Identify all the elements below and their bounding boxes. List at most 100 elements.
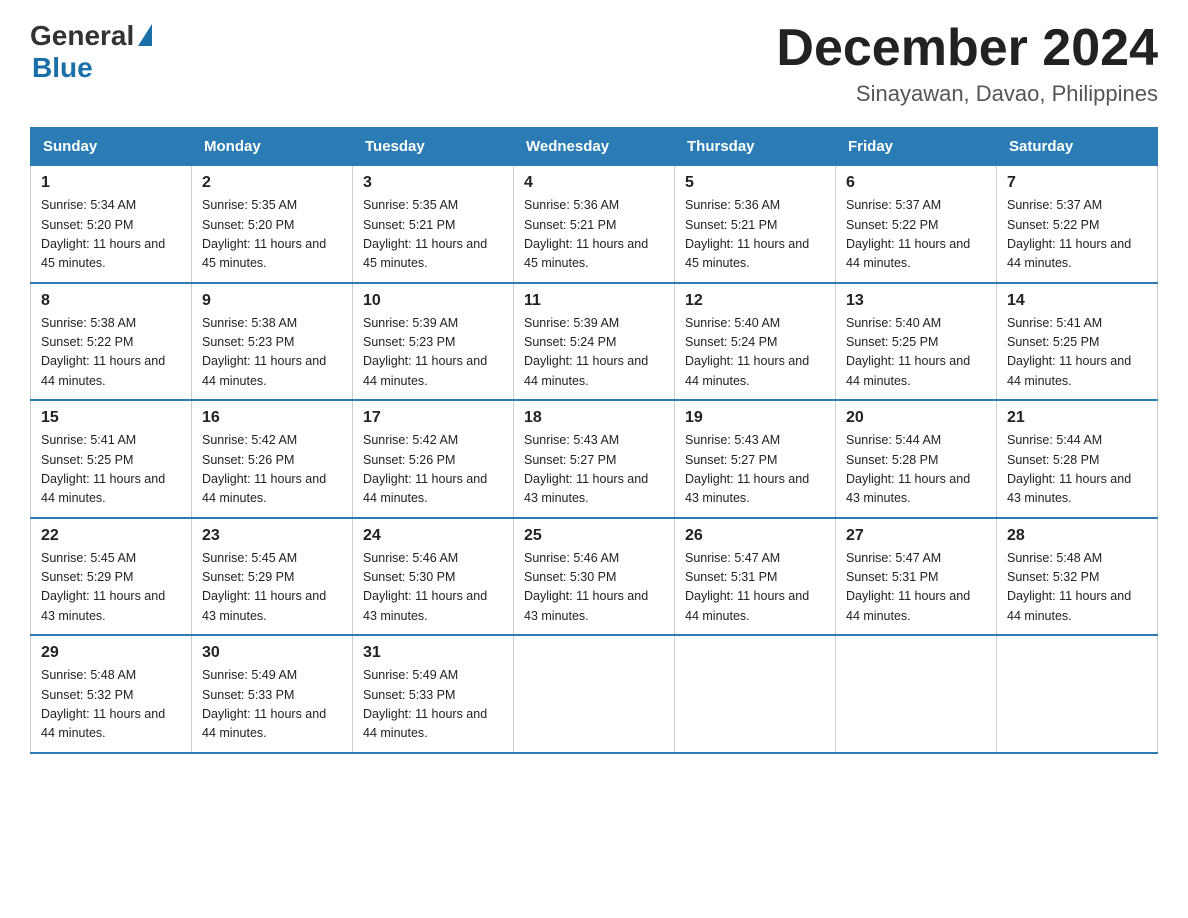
calendar-week-row: 8 Sunrise: 5:38 AMSunset: 5:22 PMDayligh… [31,283,1158,401]
day-number: 25 [524,527,664,545]
weekday-header-sunday: Sunday [31,128,192,166]
logo-triangle-icon [138,24,152,46]
day-number: 7 [1007,174,1147,192]
day-number: 10 [363,292,503,310]
day-info: Sunrise: 5:41 AMSunset: 5:25 PMDaylight:… [1007,314,1147,392]
day-info: Sunrise: 5:41 AMSunset: 5:25 PMDaylight:… [41,431,181,509]
day-number: 18 [524,409,664,427]
day-info: Sunrise: 5:46 AMSunset: 5:30 PMDaylight:… [524,549,664,627]
day-number: 4 [524,174,664,192]
logo-blue-text: Blue [32,52,93,84]
calendar-day-cell: 22 Sunrise: 5:45 AMSunset: 5:29 PMDaylig… [31,518,192,636]
day-number: 17 [363,409,503,427]
calendar-day-cell: 30 Sunrise: 5:49 AMSunset: 5:33 PMDaylig… [192,635,353,753]
day-number: 5 [685,174,825,192]
day-info: Sunrise: 5:49 AMSunset: 5:33 PMDaylight:… [202,666,342,744]
calendar-day-cell: 12 Sunrise: 5:40 AMSunset: 5:24 PMDaylig… [675,283,836,401]
day-info: Sunrise: 5:35 AMSunset: 5:20 PMDaylight:… [202,196,342,274]
day-info: Sunrise: 5:42 AMSunset: 5:26 PMDaylight:… [202,431,342,509]
calendar-day-cell: 13 Sunrise: 5:40 AMSunset: 5:25 PMDaylig… [836,283,997,401]
calendar-week-row: 22 Sunrise: 5:45 AMSunset: 5:29 PMDaylig… [31,518,1158,636]
day-number: 22 [41,527,181,545]
calendar-day-cell: 23 Sunrise: 5:45 AMSunset: 5:29 PMDaylig… [192,518,353,636]
weekday-header-saturday: Saturday [997,128,1158,166]
calendar-day-cell: 3 Sunrise: 5:35 AMSunset: 5:21 PMDayligh… [353,166,514,283]
day-number: 1 [41,174,181,192]
day-number: 8 [41,292,181,310]
location-subtitle: Sinayawan, Davao, Philippines [776,81,1158,107]
day-info: Sunrise: 5:45 AMSunset: 5:29 PMDaylight:… [202,549,342,627]
day-info: Sunrise: 5:36 AMSunset: 5:21 PMDaylight:… [524,196,664,274]
day-number: 15 [41,409,181,427]
calendar-day-cell: 25 Sunrise: 5:46 AMSunset: 5:30 PMDaylig… [514,518,675,636]
weekday-header-tuesday: Tuesday [353,128,514,166]
calendar-day-cell: 24 Sunrise: 5:46 AMSunset: 5:30 PMDaylig… [353,518,514,636]
day-info: Sunrise: 5:34 AMSunset: 5:20 PMDaylight:… [41,196,181,274]
day-number: 30 [202,644,342,662]
day-info: Sunrise: 5:47 AMSunset: 5:31 PMDaylight:… [846,549,986,627]
calendar-day-cell: 17 Sunrise: 5:42 AMSunset: 5:26 PMDaylig… [353,400,514,518]
calendar-day-cell: 11 Sunrise: 5:39 AMSunset: 5:24 PMDaylig… [514,283,675,401]
calendar-day-cell [997,635,1158,753]
calendar-week-row: 15 Sunrise: 5:41 AMSunset: 5:25 PMDaylig… [31,400,1158,518]
day-number: 3 [363,174,503,192]
calendar-day-cell: 2 Sunrise: 5:35 AMSunset: 5:20 PMDayligh… [192,166,353,283]
calendar-day-cell: 26 Sunrise: 5:47 AMSunset: 5:31 PMDaylig… [675,518,836,636]
calendar-day-cell: 29 Sunrise: 5:48 AMSunset: 5:32 PMDaylig… [31,635,192,753]
calendar-day-cell: 28 Sunrise: 5:48 AMSunset: 5:32 PMDaylig… [997,518,1158,636]
calendar-day-cell: 20 Sunrise: 5:44 AMSunset: 5:28 PMDaylig… [836,400,997,518]
calendar-day-cell: 16 Sunrise: 5:42 AMSunset: 5:26 PMDaylig… [192,400,353,518]
day-info: Sunrise: 5:35 AMSunset: 5:21 PMDaylight:… [363,196,503,274]
day-info: Sunrise: 5:46 AMSunset: 5:30 PMDaylight:… [363,549,503,627]
calendar-day-cell: 6 Sunrise: 5:37 AMSunset: 5:22 PMDayligh… [836,166,997,283]
day-info: Sunrise: 5:44 AMSunset: 5:28 PMDaylight:… [846,431,986,509]
day-number: 9 [202,292,342,310]
calendar-header: SundayMondayTuesdayWednesdayThursdayFrid… [31,128,1158,166]
day-info: Sunrise: 5:40 AMSunset: 5:24 PMDaylight:… [685,314,825,392]
day-info: Sunrise: 5:43 AMSunset: 5:27 PMDaylight:… [685,431,825,509]
calendar-day-cell [675,635,836,753]
day-info: Sunrise: 5:37 AMSunset: 5:22 PMDaylight:… [846,196,986,274]
calendar-day-cell: 1 Sunrise: 5:34 AMSunset: 5:20 PMDayligh… [31,166,192,283]
day-info: Sunrise: 5:38 AMSunset: 5:23 PMDaylight:… [202,314,342,392]
day-info: Sunrise: 5:43 AMSunset: 5:27 PMDaylight:… [524,431,664,509]
weekday-header-thursday: Thursday [675,128,836,166]
calendar-day-cell [514,635,675,753]
day-number: 29 [41,644,181,662]
day-number: 28 [1007,527,1147,545]
day-info: Sunrise: 5:44 AMSunset: 5:28 PMDaylight:… [1007,431,1147,509]
calendar-day-cell: 31 Sunrise: 5:49 AMSunset: 5:33 PMDaylig… [353,635,514,753]
day-number: 11 [524,292,664,310]
calendar-day-cell: 8 Sunrise: 5:38 AMSunset: 5:22 PMDayligh… [31,283,192,401]
calendar-day-cell: 27 Sunrise: 5:47 AMSunset: 5:31 PMDaylig… [836,518,997,636]
calendar-day-cell: 15 Sunrise: 5:41 AMSunset: 5:25 PMDaylig… [31,400,192,518]
day-number: 14 [1007,292,1147,310]
day-info: Sunrise: 5:39 AMSunset: 5:23 PMDaylight:… [363,314,503,392]
weekday-header-wednesday: Wednesday [514,128,675,166]
day-info: Sunrise: 5:37 AMSunset: 5:22 PMDaylight:… [1007,196,1147,274]
day-number: 13 [846,292,986,310]
day-number: 19 [685,409,825,427]
day-info: Sunrise: 5:39 AMSunset: 5:24 PMDaylight:… [524,314,664,392]
day-number: 16 [202,409,342,427]
day-info: Sunrise: 5:36 AMSunset: 5:21 PMDaylight:… [685,196,825,274]
calendar-day-cell [836,635,997,753]
logo-general-text: General [30,20,134,52]
day-number: 31 [363,644,503,662]
day-info: Sunrise: 5:47 AMSunset: 5:31 PMDaylight:… [685,549,825,627]
calendar-body: 1 Sunrise: 5:34 AMSunset: 5:20 PMDayligh… [31,166,1158,753]
day-info: Sunrise: 5:40 AMSunset: 5:25 PMDaylight:… [846,314,986,392]
day-number: 20 [846,409,986,427]
title-block: December 2024 Sinayawan, Davao, Philippi… [776,20,1158,107]
day-number: 6 [846,174,986,192]
day-number: 12 [685,292,825,310]
month-title: December 2024 [776,20,1158,77]
day-number: 2 [202,174,342,192]
calendar-day-cell: 5 Sunrise: 5:36 AMSunset: 5:21 PMDayligh… [675,166,836,283]
day-info: Sunrise: 5:45 AMSunset: 5:29 PMDaylight:… [41,549,181,627]
calendar-day-cell: 9 Sunrise: 5:38 AMSunset: 5:23 PMDayligh… [192,283,353,401]
logo: General Blue [30,20,152,84]
calendar-day-cell: 4 Sunrise: 5:36 AMSunset: 5:21 PMDayligh… [514,166,675,283]
day-info: Sunrise: 5:48 AMSunset: 5:32 PMDaylight:… [41,666,181,744]
calendar-table: SundayMondayTuesdayWednesdayThursdayFrid… [30,127,1158,754]
